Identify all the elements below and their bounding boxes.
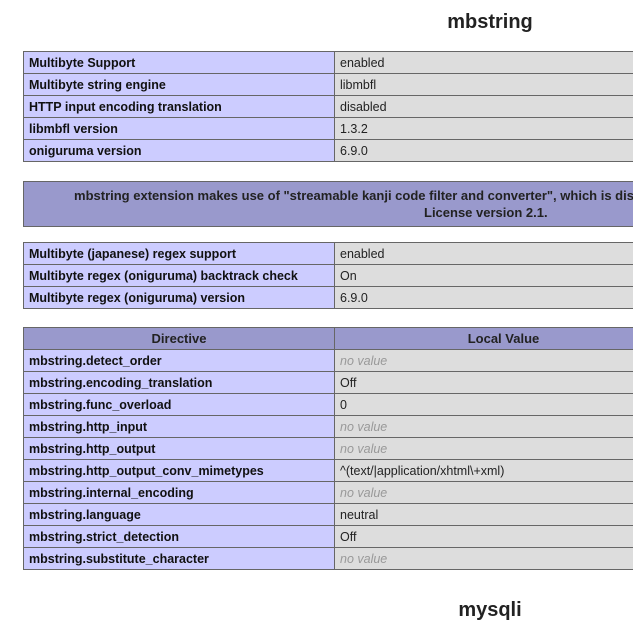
- row-key: libmbfl version: [23, 117, 335, 140]
- row-key: oniguruma version: [23, 139, 335, 162]
- row-value: 6.9.0: [334, 286, 633, 309]
- mbregex-info-table: Multibyte (japanese) regex support enabl…: [23, 242, 633, 309]
- row-value: disabled: [334, 95, 633, 118]
- directive-name: mbstring.http_output_conv_mimetypes: [23, 459, 335, 482]
- row-key: Multibyte (japanese) regex support: [23, 242, 335, 265]
- row-key: HTTP input encoding translation: [23, 95, 335, 118]
- row-value: enabled: [334, 51, 633, 74]
- directive-name: mbstring.encoding_translation: [23, 371, 335, 394]
- table-row: HTTP input encoding translation disabled: [23, 95, 633, 118]
- directive-name: mbstring.language: [23, 503, 335, 526]
- mbstring-info-table: Multibyte Support enabled Multibyte stri…: [23, 51, 633, 162]
- row-value: enabled: [334, 242, 633, 265]
- table-row: libmbfl version 1.3.2: [23, 117, 633, 140]
- table-row: Multibyte string engine libmbfl: [23, 73, 633, 96]
- license-notice-line1: mbstring extension makes use of "streama…: [74, 188, 633, 203]
- table-row: mbstring.language neutral: [23, 503, 633, 526]
- table-header-row: Directive Local Value: [23, 327, 633, 350]
- directive-name: mbstring.internal_encoding: [23, 481, 335, 504]
- row-key: Multibyte regex (oniguruma) version: [23, 286, 335, 309]
- directive-name: mbstring.func_overload: [23, 393, 335, 416]
- directive-value: no value: [334, 481, 633, 504]
- phpinfo-page: mbstring Multibyte Support enabled Multi…: [0, 0, 633, 629]
- table-row: mbstring.http_output no value: [23, 437, 633, 460]
- license-notice: mbstring extension makes use of "streama…: [23, 181, 633, 227]
- table-row: Multibyte regex (oniguruma) version 6.9.…: [23, 286, 633, 309]
- row-value: 1.3.2: [334, 117, 633, 140]
- table-row: oniguruma version 6.9.0: [23, 139, 633, 162]
- row-value: On: [334, 264, 633, 287]
- table-row: mbstring.strict_detection Off: [23, 525, 633, 548]
- directive-name: mbstring.substitute_character: [23, 547, 335, 570]
- table-row: mbstring extension makes use of "streama…: [23, 181, 633, 227]
- directive-name: mbstring.strict_detection: [23, 525, 335, 548]
- table-row: Multibyte regex (oniguruma) backtrack ch…: [23, 264, 633, 287]
- table-row: mbstring.func_overload 0: [23, 393, 633, 416]
- section-title-mbstring: mbstring: [447, 11, 533, 33]
- table-row: Multibyte Support enabled: [23, 51, 633, 74]
- table-row: mbstring.http_output_conv_mimetypes ^(te…: [23, 459, 633, 482]
- directive-value: 0: [334, 393, 633, 416]
- directive-value: neutral: [334, 503, 633, 526]
- directive-value: Off: [334, 371, 633, 394]
- table-row: Multibyte (japanese) regex support enabl…: [23, 242, 633, 265]
- directive-value: no value: [334, 437, 633, 460]
- license-notice-table: mbstring extension makes use of "streama…: [23, 181, 633, 227]
- license-notice-line2: License version 2.1.: [424, 205, 548, 220]
- directive-name: mbstring.detect_order: [23, 349, 335, 372]
- column-header-directive: Directive: [23, 327, 335, 350]
- directive-name: mbstring.http_input: [23, 415, 335, 438]
- table-row: mbstring.http_input no value: [23, 415, 633, 438]
- row-key: Multibyte Support: [23, 51, 335, 74]
- row-value: libmbfl: [334, 73, 633, 96]
- table-row: mbstring.substitute_character no value: [23, 547, 633, 570]
- directive-value: Off: [334, 525, 633, 548]
- directive-value: no value: [334, 547, 633, 570]
- row-value: 6.9.0: [334, 139, 633, 162]
- directive-name: mbstring.http_output: [23, 437, 335, 460]
- directive-value: no value: [334, 415, 633, 438]
- section-title-mysqli: mysqli: [458, 599, 522, 621]
- mbstring-directives-table: Directive Local Value mbstring.detect_or…: [23, 327, 633, 570]
- directive-value: no value: [334, 349, 633, 372]
- table-row: mbstring.internal_encoding no value: [23, 481, 633, 504]
- column-header-local-value: Local Value: [334, 327, 633, 350]
- table-row: mbstring.encoding_translation Off: [23, 371, 633, 394]
- row-key: Multibyte string engine: [23, 73, 335, 96]
- row-key: Multibyte regex (oniguruma) backtrack ch…: [23, 264, 335, 287]
- directive-value: ^(text/|application/xhtml\+xml): [334, 459, 633, 482]
- table-row: mbstring.detect_order no value: [23, 349, 633, 372]
